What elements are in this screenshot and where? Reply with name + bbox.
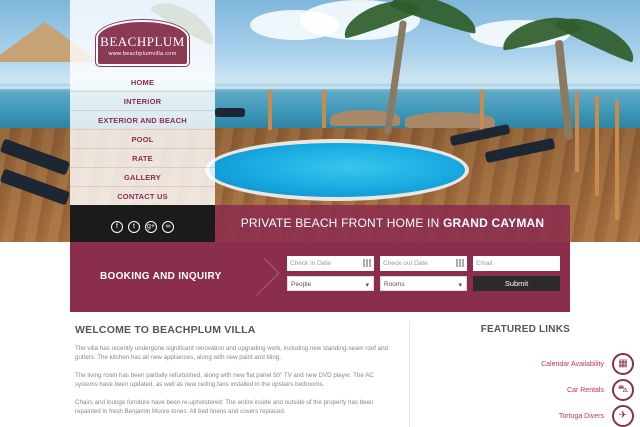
featured-link-tortuga-divers[interactable]: Tortuga Divers ✈ [559, 405, 634, 427]
rooms-select[interactable]: Rooms ▾ [380, 276, 467, 291]
featured-link-label[interactable]: Car Rentals [567, 387, 604, 394]
nav-item-pool[interactable]: POOL [70, 130, 215, 149]
hero-caption-emphasis: GRAND CAYMAN [443, 216, 545, 230]
featured-link-car-rentals[interactable]: Car Rentals ⛍ [567, 379, 634, 401]
nav-item-contact-us[interactable]: CONTACT US [70, 187, 215, 206]
check-out-date-field[interactable]: Check out Date [380, 256, 467, 271]
people-select[interactable]: People ▾ [287, 276, 374, 291]
featured-link-calendar[interactable]: Calendar Availability ▦ [541, 353, 634, 375]
social-links: f t g+ ∞ [111, 221, 174, 233]
nav-item-interior[interactable]: INTERIOR [70, 92, 215, 111]
booking-form: BOOKING AND INQUIRY Check in Date Check … [70, 242, 570, 312]
check-out-placeholder: Check out Date [383, 260, 428, 267]
chevron-right-icon [242, 258, 280, 296]
tripadvisor-icon[interactable]: ∞ [162, 221, 174, 233]
facebook-icon[interactable]: f [111, 221, 123, 233]
welcome-paragraph: The villa has recently undergone signifi… [75, 345, 389, 361]
email-field[interactable]: Email [473, 256, 560, 271]
nav-item-rate[interactable]: RATE [70, 149, 215, 168]
welcome-section: WELCOME TO BEACHPLUM VILLA The villa has… [75, 324, 395, 425]
logo-url: www.beachplumvilla.com [108, 51, 177, 57]
chevron-down-icon: ▾ [458, 282, 462, 289]
nav-item-home[interactable]: HOME [70, 73, 215, 92]
pool-illustration [205, 139, 469, 201]
welcome-title: WELCOME TO BEACHPLUM VILLA [75, 324, 256, 336]
nav-item-gallery[interactable]: GALLERY [70, 168, 215, 187]
booking-title: BOOKING AND INQUIRY [100, 271, 222, 282]
featured-link-label[interactable]: Tortuga Divers [559, 413, 604, 420]
welcome-paragraph: The living room has been partially refur… [75, 372, 374, 388]
welcome-paragraph: Chairs and lounge furniture have been re… [75, 399, 374, 415]
site-logo[interactable]: BEACHPLUM www.beachplumvilla.com [95, 19, 190, 67]
featured-links-title: FEATURED LINKS [480, 324, 570, 335]
rooms-select-value: Rooms [384, 281, 405, 288]
email-placeholder: Email [476, 260, 493, 267]
calendar-icon[interactable] [363, 259, 371, 267]
check-in-date-field[interactable]: Check in Date [287, 256, 374, 271]
diver-icon[interactable]: ✈ [612, 405, 634, 427]
twitter-icon[interactable]: t [128, 221, 140, 233]
main-menu: HOME INTERIOR EXTERIOR AND BEACH POOL RA… [70, 73, 215, 206]
google-plus-icon[interactable]: g+ [145, 221, 157, 233]
featured-links: FEATURED LINKS [420, 324, 570, 335]
nav-item-exterior-and-beach[interactable]: EXTERIOR AND BEACH [70, 111, 215, 130]
calendar-icon[interactable] [456, 259, 464, 267]
submit-button[interactable]: Submit [473, 276, 560, 291]
check-in-placeholder: Check in Date [290, 260, 331, 267]
featured-link-label[interactable]: Calendar Availability [541, 361, 604, 368]
hero-caption-lead: PRIVATE BEACH FRONT HOME IN [240, 216, 443, 230]
people-select-value: People [291, 281, 312, 288]
hero-caption: PRIVATE BEACH FRONT HOME IN GRAND CAYMAN [215, 205, 570, 242]
column-divider [409, 322, 410, 427]
calendar-icon[interactable]: ▦ [612, 353, 634, 375]
chevron-down-icon: ▾ [365, 282, 369, 289]
logo-brand-name: BEACHPLUM [100, 34, 185, 49]
car-icon[interactable]: ⛍ [612, 379, 634, 401]
main-nav-panel: BEACHPLUM www.beachplumvilla.com HOME IN… [70, 0, 215, 242]
